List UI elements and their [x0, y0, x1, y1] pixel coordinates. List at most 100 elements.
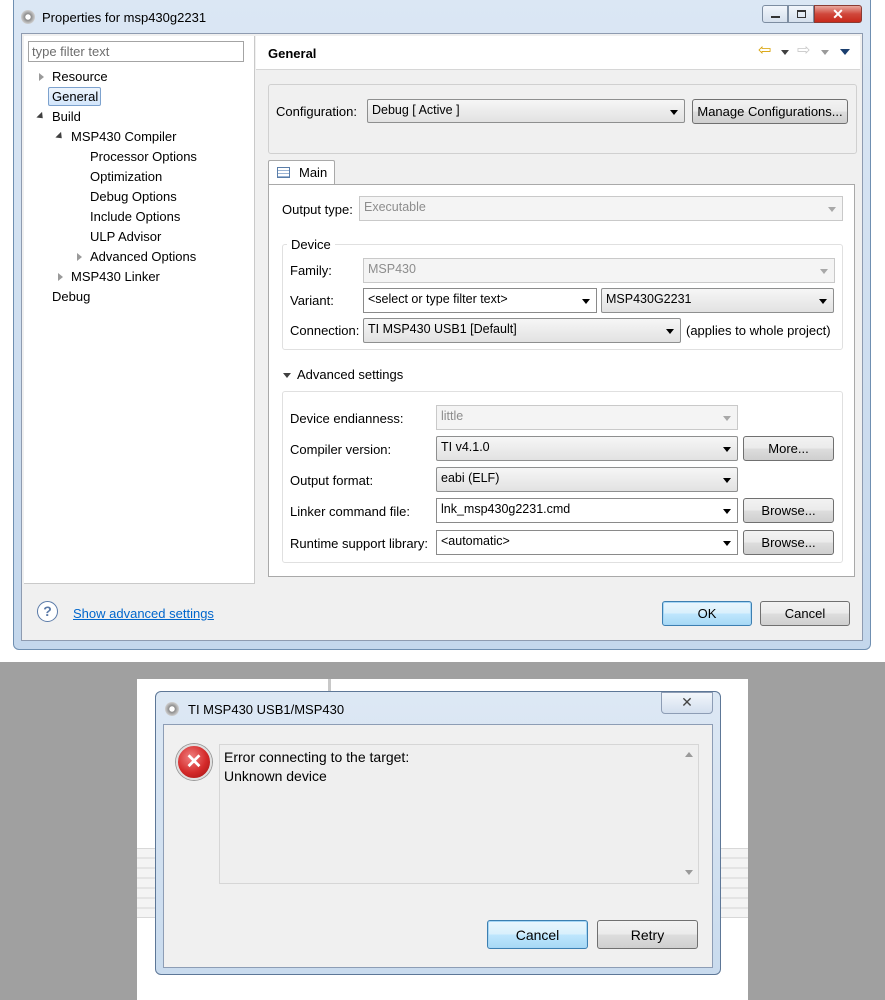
compiler-version-value: TI v4.1.0	[441, 440, 490, 454]
error-cancel-button[interactable]: Cancel	[487, 920, 588, 949]
linker-cmd-label: Linker command file:	[290, 504, 410, 519]
output-format-label: Output format:	[290, 473, 374, 488]
family-label: Family:	[290, 263, 332, 278]
manage-configurations-button[interactable]: Manage Configurations...	[692, 99, 848, 124]
close-button[interactable]: ✕	[814, 5, 862, 23]
help-icon[interactable]: ?	[37, 601, 58, 622]
chevron-down-icon	[828, 207, 836, 212]
maximize-icon	[797, 10, 806, 18]
tab-main[interactable]: Main	[268, 160, 335, 185]
chevron-down-icon	[819, 299, 827, 304]
variant-value: MSP430G2231	[606, 292, 692, 306]
error-dialog-close-button[interactable]: ✕	[661, 692, 713, 714]
endianness-value: little	[441, 409, 464, 423]
endianness-label: Device endianness:	[290, 411, 404, 426]
main-tab-icon	[277, 167, 290, 178]
tree-item-processor-options[interactable]: Processor Options	[90, 149, 197, 164]
connection-value: TI MSP430 USB1 [Default]	[368, 322, 517, 336]
chevron-down-icon	[582, 299, 590, 304]
tree-expand-linker[interactable]	[58, 273, 63, 281]
variant-label: Variant:	[290, 293, 334, 308]
tree-item-ulp-advisor[interactable]: ULP Advisor	[90, 229, 161, 244]
forward-menu-icon[interactable]	[821, 50, 829, 55]
filter-input[interactable]: type filter text	[28, 41, 244, 62]
runtime-lib-value: <automatic>	[441, 534, 510, 548]
linker-cmd-value: lnk_msp430g2231.cmd	[441, 502, 571, 516]
runtime-lib-combo[interactable]: <automatic>	[436, 530, 738, 555]
chevron-down-icon	[723, 541, 731, 546]
advanced-settings-toggle-icon[interactable]	[283, 373, 291, 378]
filter-placeholder: type filter text	[32, 44, 110, 59]
ok-button[interactable]: OK	[662, 601, 752, 626]
tree-item-resource[interactable]: Resource	[52, 69, 108, 84]
chevron-down-icon	[666, 329, 674, 334]
page-title: General	[268, 46, 317, 61]
more-button[interactable]: More...	[743, 436, 834, 461]
output-format-select[interactable]: eabi (ELF)	[436, 467, 738, 492]
tree-item-linker[interactable]: MSP430 Linker	[71, 269, 160, 284]
close-icon: ✕	[832, 6, 844, 22]
window-app-icon	[21, 10, 35, 24]
device-group-label: Device	[287, 237, 335, 252]
view-menu-icon[interactable]	[840, 49, 850, 55]
tree-item-compiler[interactable]: MSP430 Compiler	[71, 129, 177, 144]
tree-item-build[interactable]: Build	[52, 109, 81, 124]
output-type-value: Executable	[364, 200, 426, 214]
compiler-version-label: Compiler version:	[290, 442, 392, 457]
endianness-select[interactable]: little	[436, 405, 738, 430]
cancel-button[interactable]: Cancel	[760, 601, 850, 626]
chevron-down-icon	[820, 269, 828, 274]
back-icon[interactable]: ⇦	[758, 43, 774, 59]
properties-window: Properties for msp430g2231 ✕ type filter…	[0, 0, 885, 662]
error-icon: ✕	[176, 744, 212, 780]
show-advanced-settings-link[interactable]: Show advanced settings	[73, 606, 214, 621]
tree-item-debug[interactable]: Debug	[52, 289, 90, 304]
family-value: MSP430	[368, 262, 416, 276]
connection-label: Connection:	[290, 323, 360, 338]
runtime-lib-browse-button[interactable]: Browse...	[743, 530, 834, 555]
tree-item-optimization[interactable]: Optimization	[90, 169, 162, 184]
compiler-version-select[interactable]: TI v4.1.0	[436, 436, 738, 461]
chevron-down-icon	[723, 416, 731, 421]
tree-item-debug-options[interactable]: Debug Options	[90, 189, 177, 204]
error-retry-button[interactable]: Retry	[597, 920, 698, 949]
runtime-lib-label: Runtime support library:	[290, 536, 428, 551]
maximize-button[interactable]	[788, 5, 814, 23]
minimize-icon	[771, 16, 780, 18]
advanced-settings-toggle[interactable]: Advanced settings	[297, 367, 403, 382]
linker-cmd-combo[interactable]: lnk_msp430g2231.cmd	[436, 498, 738, 523]
variant-filter-combo[interactable]: <select or type filter text>	[363, 288, 597, 313]
output-type-select[interactable]: Executable	[359, 196, 843, 221]
variant-filter-text: <select or type filter text>	[368, 292, 508, 306]
configuration-value: Debug [ Active ]	[372, 103, 460, 117]
chevron-down-icon	[723, 509, 731, 514]
family-select[interactable]: MSP430	[363, 258, 835, 283]
error-dialog-title: TI MSP430 USB1/MSP430	[188, 702, 345, 717]
tree-expand-advanced-options[interactable]	[77, 253, 82, 261]
minimize-button[interactable]	[762, 5, 788, 23]
scroll-down-icon[interactable]	[685, 870, 693, 875]
tree-expand-resource[interactable]	[39, 73, 44, 81]
error-message-line-1: Error connecting to the target:	[224, 749, 410, 765]
tree-item-advanced-options[interactable]: Advanced Options	[90, 249, 196, 264]
error-message-line-2: Unknown device	[224, 768, 327, 784]
tree-item-include-options[interactable]: Include Options	[90, 209, 180, 224]
chevron-down-icon	[670, 110, 678, 115]
variant-select[interactable]: MSP430G2231	[601, 288, 834, 313]
close-icon: ✕	[681, 694, 693, 710]
connection-note: (applies to whole project)	[686, 323, 831, 338]
error-message-box	[219, 744, 699, 884]
scroll-up-icon[interactable]	[685, 752, 693, 757]
error-dialog-app-icon	[165, 702, 179, 716]
linker-cmd-browse-button[interactable]: Browse...	[743, 498, 834, 523]
connection-select[interactable]: TI MSP430 USB1 [Default]	[363, 318, 681, 343]
forward-icon[interactable]: ⇨	[797, 43, 813, 59]
output-type-label: Output type:	[282, 202, 353, 217]
chevron-down-icon	[723, 478, 731, 483]
configuration-select[interactable]: Debug [ Active ]	[367, 99, 685, 123]
tab-main-label: Main	[299, 165, 328, 180]
tree-item-general[interactable]: General	[52, 89, 98, 104]
configuration-label: Configuration:	[276, 104, 357, 119]
chevron-down-icon	[723, 447, 731, 452]
back-menu-icon[interactable]	[781, 50, 789, 55]
